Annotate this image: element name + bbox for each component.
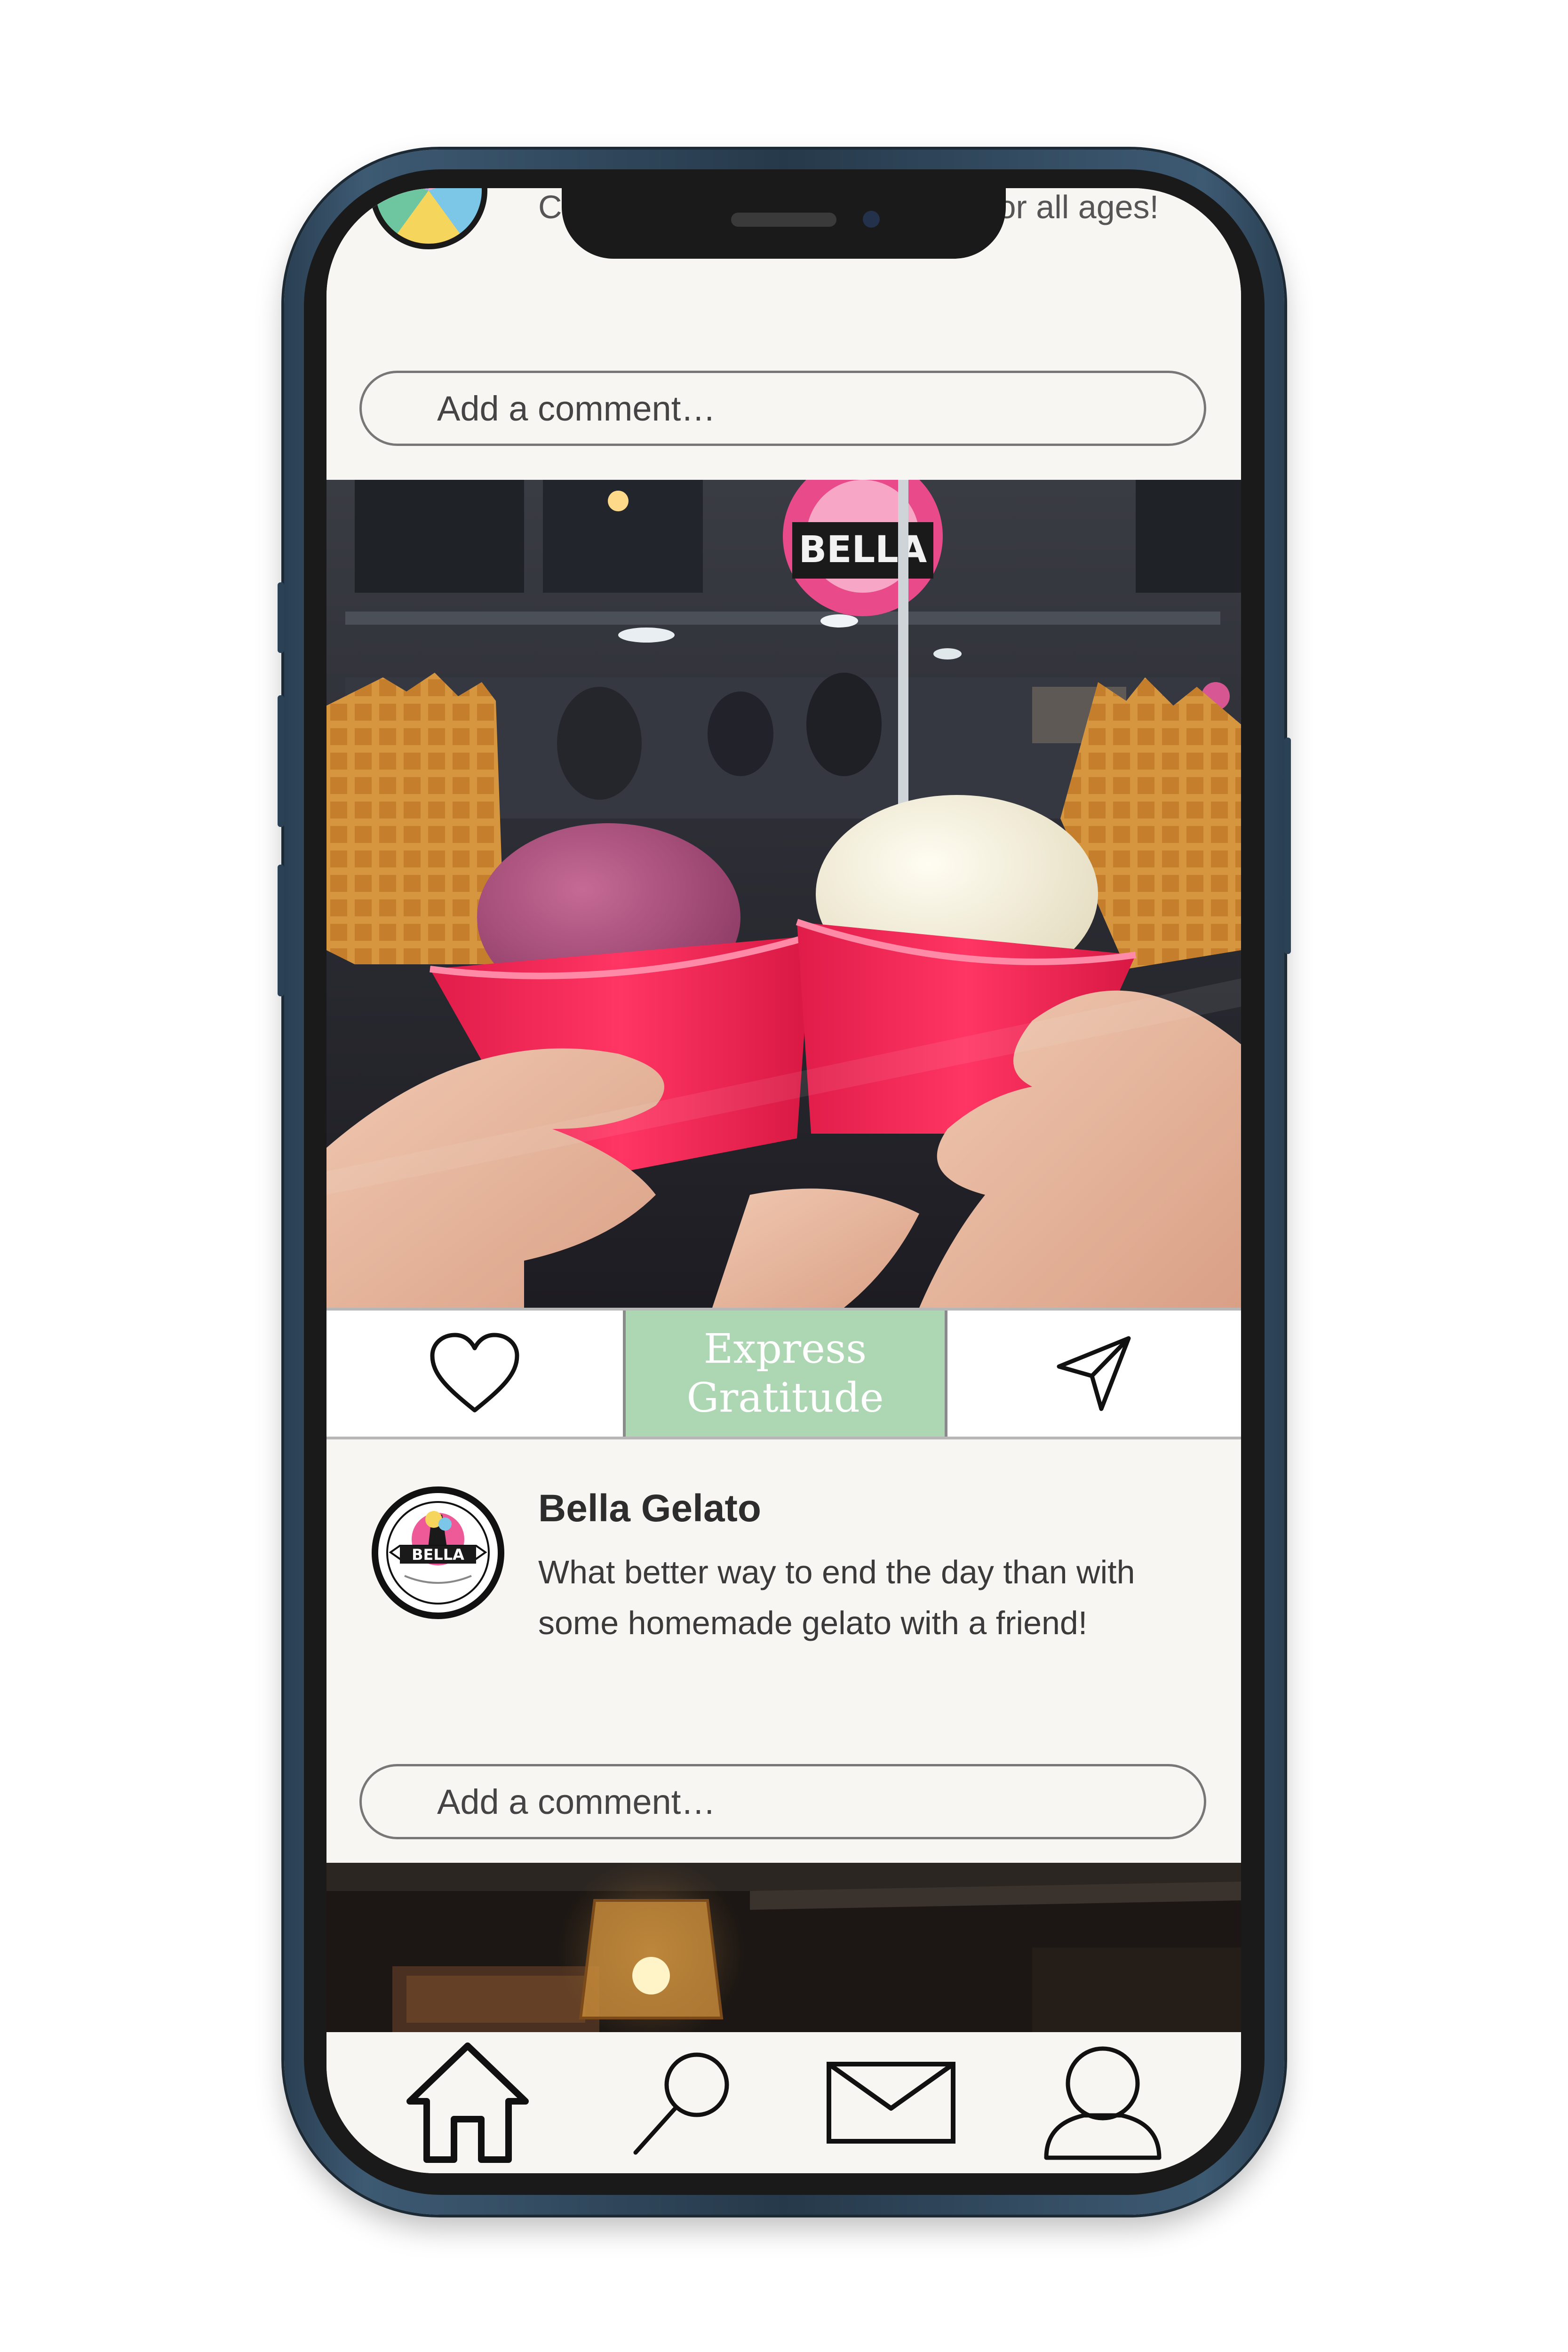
post-comment-input[interactable] xyxy=(359,1764,1206,1839)
volume-up-button xyxy=(278,695,284,827)
bottom-tab-bar xyxy=(326,2032,1241,2173)
express-gratitude-label: Express Gratitude xyxy=(686,1326,884,1422)
heart-icon xyxy=(430,1333,519,1413)
phone-notch xyxy=(562,188,1006,259)
tab-home[interactable] xyxy=(397,2042,538,2164)
post-author-name[interactable]: Bella Gelato xyxy=(538,1486,761,1531)
next-post-photo[interactable] xyxy=(326,1863,1241,2032)
home-icon xyxy=(406,2042,529,2163)
post-caption: What better way to end the day than with… xyxy=(538,1554,1135,1641)
post-photo[interactable]: BELLA xyxy=(326,480,1241,1308)
mail-icon xyxy=(827,2062,955,2144)
svg-text:BELLA: BELLA xyxy=(412,1546,464,1564)
profile-icon xyxy=(1044,2046,1162,2160)
previous-post-comment-input[interactable] xyxy=(359,371,1206,446)
like-button[interactable] xyxy=(326,1311,623,1437)
tab-messages[interactable] xyxy=(820,2042,962,2164)
post-details: BELLA Bella Gelato What better way to en… xyxy=(326,1439,1241,1863)
share-button[interactable] xyxy=(947,1311,1241,1437)
post-action-bar: Express Gratitude xyxy=(326,1308,1241,1439)
tab-search[interactable] xyxy=(613,2042,755,2164)
power-button xyxy=(1284,738,1291,954)
app-screen: Check out our new line of toys for all a… xyxy=(326,188,1241,2173)
tab-profile[interactable] xyxy=(1032,2042,1173,2164)
express-gratitude-button[interactable]: Express Gratitude xyxy=(623,1311,947,1437)
volume-down-button xyxy=(278,865,284,996)
send-icon xyxy=(1057,1336,1131,1411)
speaker-grille xyxy=(731,213,836,227)
camera-dot xyxy=(863,211,880,228)
previous-post-avatar[interactable] xyxy=(370,188,487,249)
side-button xyxy=(278,582,284,653)
search-icon xyxy=(633,2052,729,2155)
bella-gelato-avatar[interactable]: BELLA xyxy=(372,1486,504,1619)
